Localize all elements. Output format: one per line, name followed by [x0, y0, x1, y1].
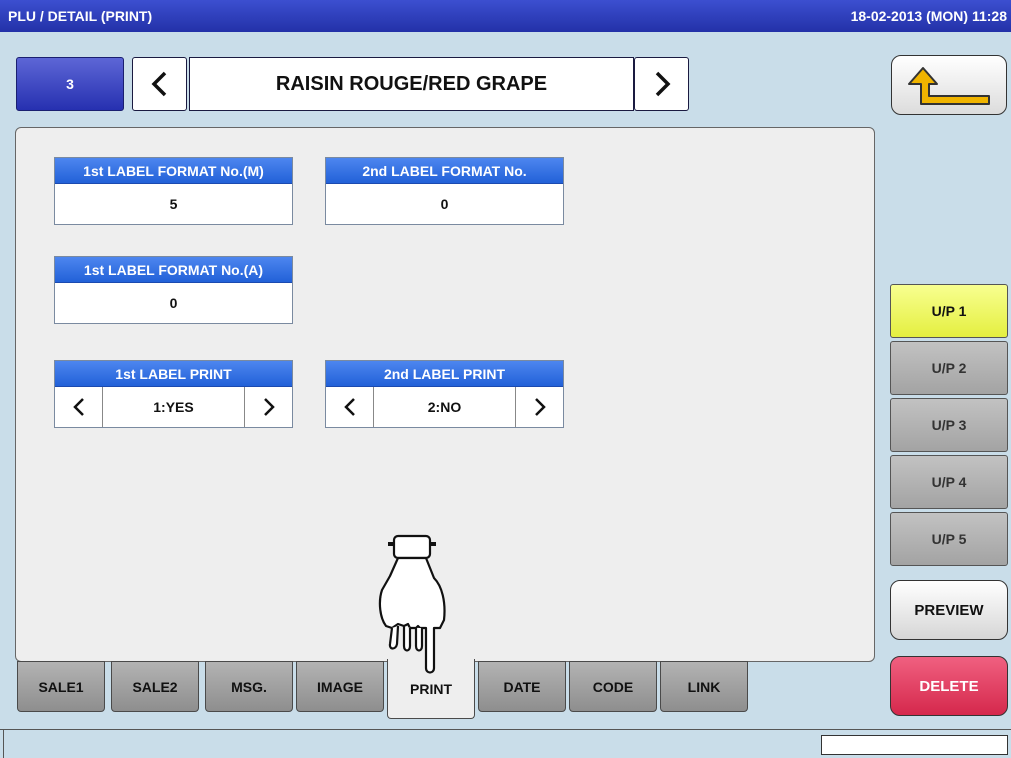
delete-button[interactable]: DELETE	[890, 656, 1008, 716]
chevron-right-icon	[534, 398, 546, 416]
screen-title: PLU / DETAIL (PRINT)	[8, 8, 153, 24]
field-label: 1st LABEL FORMAT No.(M)	[55, 158, 292, 184]
chevron-right-icon	[655, 71, 670, 97]
title-bar: PLU / DETAIL (PRINT) 18-02-2013 (MON) 11…	[0, 0, 1011, 32]
status-divider-left	[3, 729, 4, 758]
prev-plu-button[interactable]	[132, 57, 187, 111]
return-arrow-icon	[908, 67, 990, 105]
label-print-1st-selector[interactable]: 1st LABEL PRINT 1:YES	[54, 360, 293, 428]
unit-price-5-button[interactable]: U/P 5	[890, 512, 1008, 566]
unit-price-4-button[interactable]: U/P 4	[890, 455, 1008, 509]
plu-number[interactable]: 3	[16, 57, 124, 111]
chevron-left-icon	[343, 398, 355, 416]
chevron-left-icon	[72, 398, 84, 416]
field-label: 1st LABEL FORMAT No.(A)	[55, 257, 292, 283]
back-button[interactable]	[891, 55, 1007, 115]
label-format-m-field[interactable]: 1st LABEL FORMAT No.(M) 5	[54, 157, 293, 225]
prev-option-button[interactable]	[55, 387, 103, 427]
unit-price-2-button[interactable]: U/P 2	[890, 341, 1008, 395]
tab-msg[interactable]: MSG.	[205, 661, 293, 712]
label-print-2nd-selector[interactable]: 2nd LABEL PRINT 2:NO	[325, 360, 564, 428]
tab-date[interactable]: DATE	[478, 661, 566, 712]
selected-value: 1:YES	[153, 399, 194, 415]
unit-price-3-button[interactable]: U/P 3	[890, 398, 1008, 452]
next-option-button[interactable]	[244, 387, 292, 427]
prev-option-button[interactable]	[326, 387, 374, 427]
status-box	[821, 735, 1008, 755]
next-option-button[interactable]	[515, 387, 563, 427]
date-time: 18-02-2013 (MON) 11:28	[850, 8, 1007, 24]
selected-value: 2:NO	[427, 399, 462, 415]
field-value[interactable]: 0	[55, 283, 292, 323]
tab-code[interactable]: CODE	[569, 661, 657, 712]
tab-sale2[interactable]: SALE2	[111, 661, 199, 712]
unit-price-1-button[interactable]: U/P 1	[890, 284, 1008, 338]
field-label: 2nd LABEL PRINT	[326, 361, 563, 387]
next-plu-button[interactable]	[634, 57, 689, 111]
tab-link[interactable]: LINK	[660, 661, 748, 712]
tab-sale1[interactable]: SALE1	[17, 661, 105, 712]
field-value[interactable]: 5	[55, 184, 292, 224]
preview-button[interactable]: PREVIEW	[890, 580, 1008, 640]
chevron-right-icon	[263, 398, 275, 416]
field-label: 2nd LABEL FORMAT No.	[326, 158, 563, 184]
field-label: 1st LABEL PRINT	[55, 361, 292, 387]
label-format-2nd-field[interactable]: 2nd LABEL FORMAT No. 0	[325, 157, 564, 225]
plu-name: RAISIN ROUGE/RED GRAPE	[189, 57, 634, 111]
label-format-a-field[interactable]: 1st LABEL FORMAT No.(A) 0	[54, 256, 293, 324]
chevron-left-icon	[151, 71, 166, 97]
field-value[interactable]: 0	[326, 184, 563, 224]
status-divider	[0, 729, 1011, 730]
pointing-hand-icon	[378, 534, 446, 674]
